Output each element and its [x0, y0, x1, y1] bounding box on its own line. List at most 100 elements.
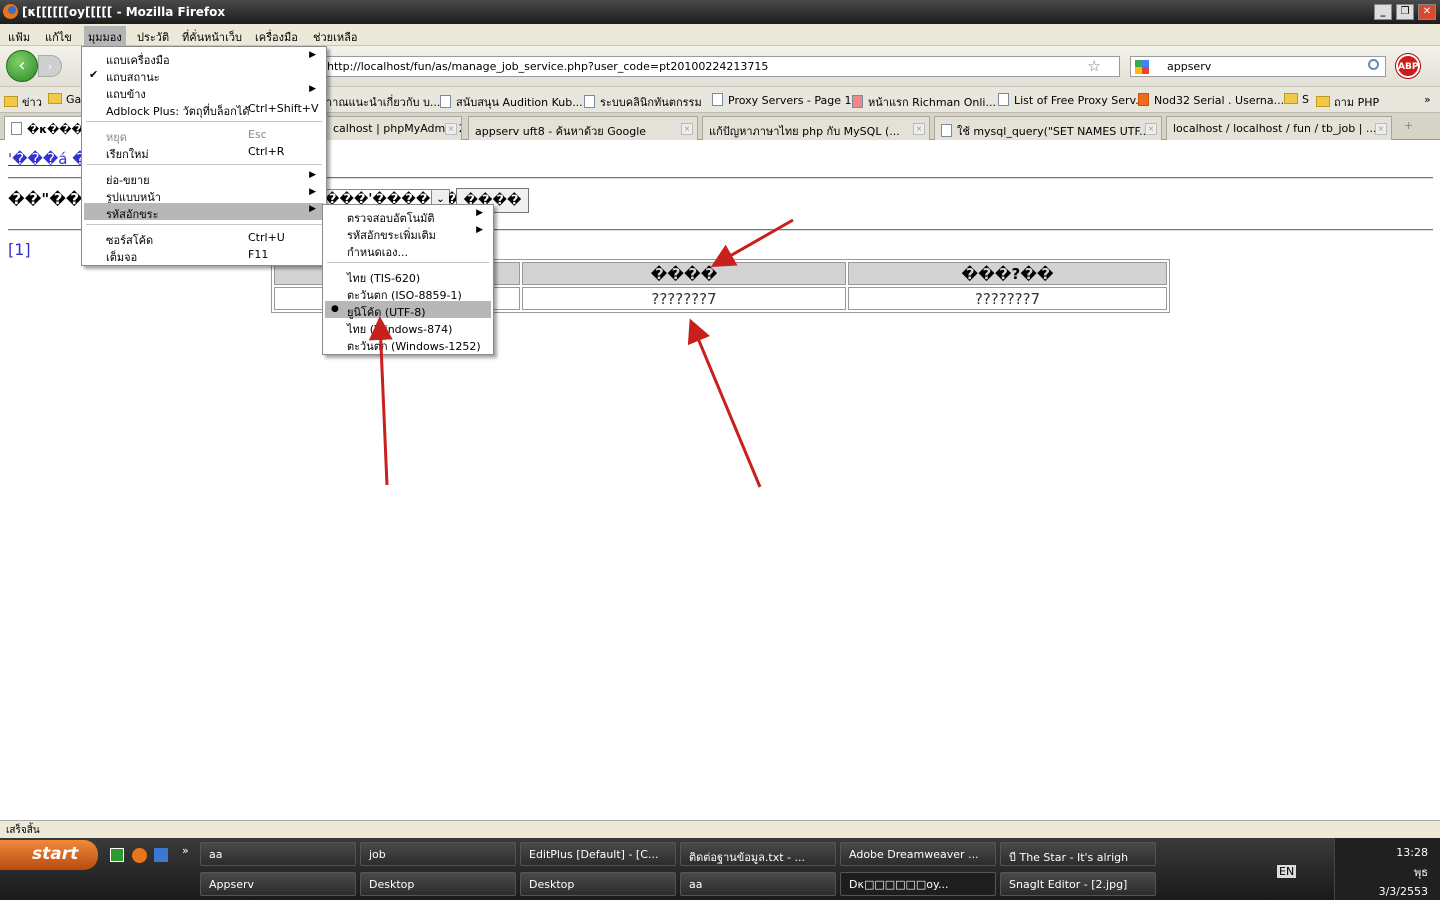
- pagination-link[interactable]: [1]: [8, 240, 31, 259]
- menu-item[interactable]: รหัสอักขระเพิ่มเติม ▶: [325, 224, 491, 242]
- menu-item[interactable]: หยุด Esc: [84, 126, 324, 144]
- tab-close-icon[interactable]: ×: [1375, 123, 1387, 135]
- taskbar-button[interactable]: SnagIt Editor - [2.jpg]: [1000, 872, 1156, 896]
- menu-item[interactable]: รูปแบบหน้า ▶: [84, 186, 324, 204]
- menu-item[interactable]: กำหนดเอง...: [325, 241, 491, 259]
- menu-item[interactable]: ตรวจสอบอัตโนมัติ ▶: [325, 207, 491, 225]
- url-bar[interactable]: http://localhost/fun/as/manage_job_servi…: [300, 56, 1120, 77]
- bookmark-item[interactable]: สนับสนุน Audition Kub...: [440, 93, 583, 111]
- tab-set-names[interactable]: ใช้ mysql_query("SET NAMES UTF... ×: [934, 116, 1162, 140]
- page-icon: [440, 95, 451, 108]
- new-tab-button[interactable]: +: [1404, 119, 1413, 132]
- bookmark-item[interactable]: List of Free Proxy Serv...: [998, 93, 1146, 107]
- page-link[interactable]: '���á �: [8, 150, 88, 168]
- taskbar-button-label: Desktop: [369, 878, 415, 891]
- menu-file[interactable]: แฟ้ม: [8, 28, 30, 46]
- radio-dot-icon: ●: [331, 304, 339, 314]
- back-button[interactable]: ‹: [6, 50, 38, 82]
- bookmark-item[interactable]: หน้าแรก Richman Onli...: [852, 93, 996, 111]
- page-icon: [712, 93, 723, 106]
- taskbar-button[interactable]: ติดต่อฐานข้อมูล.txt - ...: [680, 842, 836, 866]
- menu-item[interactable]: ตะวันตก (ISO-8859-1): [325, 284, 491, 302]
- adblock-plus-icon[interactable]: ABP: [1396, 54, 1420, 78]
- status-bar: เสร็จสิ้น: [0, 820, 1440, 838]
- tab-close-icon[interactable]: ×: [445, 123, 457, 135]
- tab-phpmyadmin[interactable]: calhost | phpMyAdmin 2... ×: [326, 116, 462, 140]
- menu-item[interactable]: ● ยูนิโค้ด (UTF-8): [325, 301, 491, 319]
- taskbar-button[interactable]: Desktop: [520, 872, 676, 896]
- menu-item[interactable]: ไทย (Windows-874): [325, 318, 491, 336]
- tab-close-icon[interactable]: ×: [1145, 123, 1157, 135]
- status-text: เสร็จสิ้น: [6, 825, 40, 836]
- forward-button[interactable]: ›: [38, 55, 62, 77]
- menu-tools[interactable]: เครื่องมือ: [255, 28, 298, 46]
- taskbar-button[interactable]: EditPlus [Default] - [C...: [520, 842, 676, 866]
- tab-pma[interactable]: localhost / localhost / fun / tb_job | .…: [1166, 116, 1392, 140]
- bookmark-folder[interactable]: S: [1284, 93, 1309, 106]
- taskbar-button[interactable]: บี The Star - It's alrigh: [1000, 842, 1156, 866]
- menu-history[interactable]: ประวัติ: [137, 28, 169, 46]
- tab-close-icon[interactable]: ×: [913, 123, 925, 135]
- menu-item[interactable]: ซอร์สโค้ด Ctrl+U: [84, 229, 324, 247]
- menu-item[interactable]: ย่อ-ขยาย ▶: [84, 169, 324, 187]
- menu-item-label: เต็มจอ: [106, 251, 138, 264]
- bookmark-folder[interactable]: ข่าว: [4, 93, 42, 111]
- url-text: http://localhost/fun/as/manage_job_servi…: [327, 60, 769, 73]
- tab-close-icon[interactable]: ×: [681, 123, 693, 135]
- menu-item[interactable]: ไทย (TIS-620): [325, 267, 491, 285]
- menu-shortcut: Ctrl+R: [248, 145, 285, 158]
- bookmarks-overflow[interactable]: »: [1424, 93, 1431, 106]
- tab-thai-mysql[interactable]: แก้ปัญหาภาษาไทย php กับ MySQL (... ×: [702, 116, 930, 140]
- menu-bookmarks[interactable]: ที่คั่นหน้าเว็บ: [182, 28, 242, 46]
- ie-icon[interactable]: [154, 848, 168, 862]
- menu-item[interactable]: แถบเครื่องมือ ▶: [84, 49, 324, 67]
- menu-view[interactable]: มุมมอง: [84, 26, 126, 48]
- bookmark-star-icon[interactable]: ☆: [1088, 57, 1101, 75]
- menu-item[interactable]: เรียกใหม่ Ctrl+R: [84, 143, 324, 161]
- firefox-icon[interactable]: [132, 848, 147, 863]
- taskbar: start » aa job EditPlus [Default] - [C... ต…: [0, 838, 1440, 900]
- taskbar-button[interactable]: aa: [680, 872, 836, 896]
- utorrent-icon[interactable]: [110, 848, 124, 862]
- menu-item-label: รหัสอักขระ: [106, 208, 159, 221]
- menu-item[interactable]: รหัสอักขระ ▶: [84, 203, 324, 221]
- menu-item[interactable]: Adblock Plus: วัตถุที่บล็อกได้ Ctrl+Shift…: [84, 100, 324, 118]
- menu-shortcut: Ctrl+Shift+V: [248, 102, 319, 115]
- menu-item[interactable]: ✔ แถบสถานะ: [84, 66, 324, 84]
- bookmark-item[interactable]: Nod32 Serial . Userna...: [1138, 93, 1284, 107]
- bookmark-item[interactable]: าาณแนะนำเกี่ยวกับ บ...: [326, 93, 440, 111]
- search-input[interactable]: appserv: [1130, 56, 1386, 77]
- quicklaunch-more[interactable]: »: [182, 844, 189, 857]
- table-cell: ???????7: [522, 287, 846, 310]
- bookmark-item[interactable]: Proxy Servers - Page 1...: [712, 93, 862, 107]
- taskbar-button-label: บี The Star - It's alrigh: [1009, 851, 1129, 864]
- bookmark-item[interactable]: ระบบคลินิกทันตกรรม: [584, 93, 702, 111]
- menu-edit[interactable]: แก้ไข: [45, 28, 72, 46]
- firefox-icon: [3, 4, 18, 19]
- menu-item-label: เรียกใหม่: [106, 148, 149, 161]
- taskbar-button-label: Desktop: [529, 878, 575, 891]
- menu-help[interactable]: ช่วยเหลือ: [313, 28, 357, 46]
- taskbar-button-label: Appserv: [209, 878, 255, 891]
- tab-google[interactable]: appserv uft8 - ค้นหาด้วย Google ×: [468, 116, 698, 140]
- language-indicator[interactable]: EN: [1277, 865, 1297, 878]
- menu-item[interactable]: แถบข้าง ▶: [84, 83, 324, 101]
- search-icon[interactable]: [1368, 59, 1379, 70]
- minimize-button[interactable]: _: [1374, 4, 1392, 20]
- taskbar-button[interactable]: Desktop: [360, 872, 516, 896]
- bookmark-folder[interactable]: ถาม PHP: [1316, 93, 1379, 111]
- taskbar-button[interactable]: Dκ□□□□□□oy...: [840, 872, 996, 896]
- close-button[interactable]: ✕: [1418, 4, 1436, 20]
- submenu-arrow-icon: ▶: [309, 187, 316, 197]
- menu-item[interactable]: เต็มจอ F11: [84, 246, 324, 264]
- google-icon: [1135, 60, 1149, 74]
- taskbar-button[interactable]: Appserv: [200, 872, 356, 896]
- bookmark-folder[interactable]: Ga: [48, 93, 81, 106]
- menu-item[interactable]: ตะวันตก (Windows-1252): [325, 335, 491, 353]
- maximize-button[interactable]: ❐: [1396, 4, 1414, 20]
- start-button[interactable]: start: [0, 840, 98, 870]
- taskbar-button[interactable]: job: [360, 842, 516, 866]
- page-icon: [941, 124, 952, 137]
- taskbar-button[interactable]: aa: [200, 842, 356, 866]
- taskbar-button[interactable]: Adobe Dreamweaver ...: [840, 842, 996, 866]
